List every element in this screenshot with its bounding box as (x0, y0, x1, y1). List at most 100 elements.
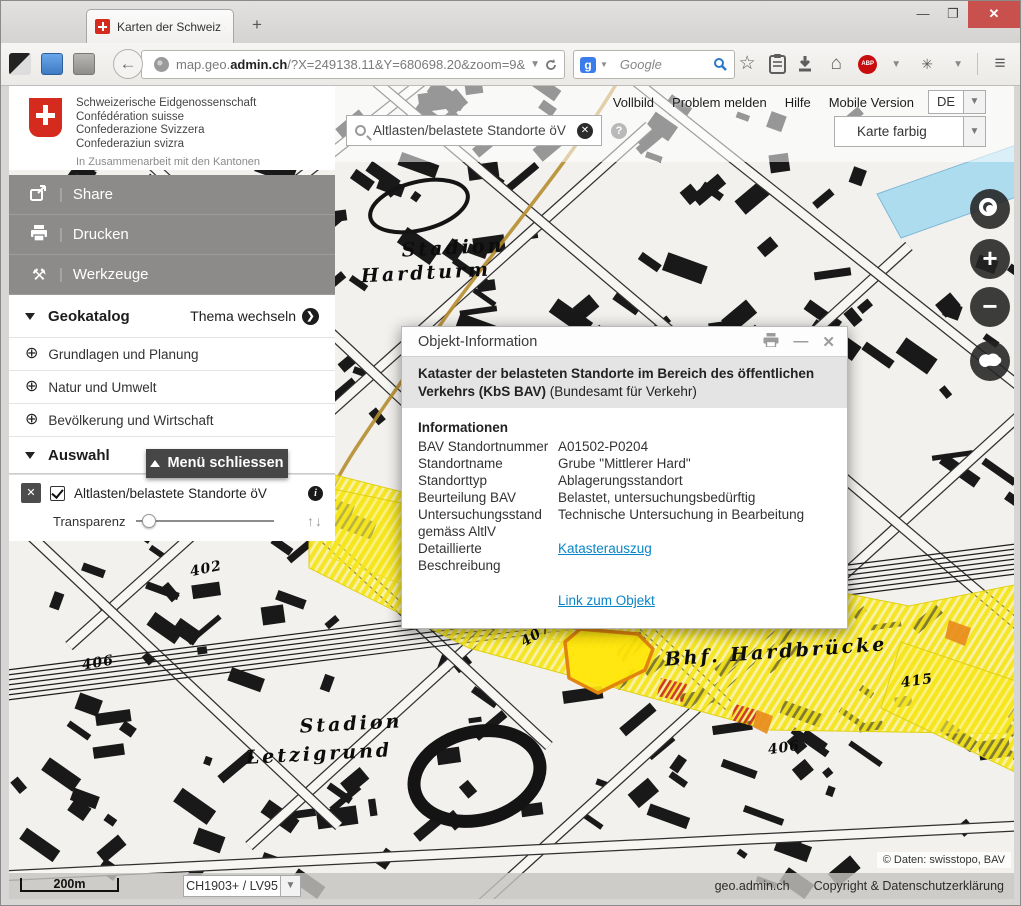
close-menu-label: Menü schliessen (167, 455, 283, 471)
catalog-category[interactable]: ⊕ Grundlagen und Planung (9, 337, 335, 370)
browser-titlebar: Karten der Schweiz - Schweize... + — ❐ ✕ (1, 1, 1020, 43)
arrow-right-circle-icon: ❯ (302, 308, 319, 325)
search-engine-dropdown-icon[interactable]: ▼ (596, 60, 612, 69)
expand-plus-icon[interactable]: ⊕ (25, 379, 38, 395)
minus-icon: − (982, 291, 997, 321)
new-tab-button[interactable]: + (244, 13, 270, 37)
addon-misc-icon[interactable]: ✳ (915, 51, 939, 77)
browser-tab[interactable]: Karten der Schweiz - Schweize... (86, 9, 234, 43)
cadastre-extract-link[interactable]: Katasterauszug (558, 541, 652, 556)
geocatalog-header[interactable]: Geokatalog Thema wechseln ❯ (9, 295, 335, 337)
switch-theme-link[interactable]: Thema wechseln ❯ (190, 308, 319, 325)
category-label: Grundlagen und Planung (48, 347, 198, 362)
addon-archive-icon[interactable] (73, 53, 95, 75)
remove-layer-button[interactable]: ✕ (21, 483, 41, 503)
geolocate-button[interactable] (970, 189, 1010, 229)
adblock-plus-icon[interactable]: ABP (858, 55, 877, 74)
scale-bar: 200m (20, 878, 119, 892)
minimize-popup-icon[interactable]: — (793, 333, 808, 350)
url-bar[interactable]: map.geo.admin.ch/?X=249138.11&Y=680698.2… (141, 50, 565, 79)
attribute-label: Beurteilung BAV (418, 489, 558, 506)
attribute-row: BAV Standortnummer A01502-P0204 (418, 438, 831, 455)
attribute-label: BAV Standortnummer (418, 438, 558, 455)
link-report-problem[interactable]: Problem melden (672, 95, 767, 110)
expand-plus-icon[interactable]: ⊕ (25, 412, 38, 428)
search-go-icon[interactable] (713, 57, 728, 72)
maximize-button[interactable]: ❐ (938, 1, 968, 28)
language-select[interactable]: DE ▼ (928, 90, 986, 114)
catalog-category[interactable]: ⊕ Bevölkerung und Wirtschaft (9, 403, 335, 436)
menu-hamburger-icon[interactable]: ≡ (988, 51, 1012, 77)
zoom-in-button[interactable]: + (970, 239, 1010, 279)
close-menu-button[interactable]: Menü schliessen (146, 449, 288, 478)
geocatalog-title: Geokatalog (48, 308, 190, 325)
print-icon[interactable] (763, 333, 779, 351)
sidebar-item-share[interactable]: | Share (9, 175, 335, 215)
section-title: Informationen (418, 420, 831, 435)
copyright-link[interactable]: Copyright & Datenschutzerklärung (814, 879, 1004, 893)
partnership-note: In Zusammenarbeit mit den Kantonen (76, 156, 335, 168)
divider: | (59, 266, 63, 283)
transparency-slider[interactable] (136, 514, 274, 528)
addon-dropdown-icon[interactable]: ▼ (949, 59, 967, 70)
transparency-row: Transparenz ↑↓ (53, 513, 323, 529)
geoadmin-link[interactable]: geo.admin.ch (715, 879, 790, 893)
zoom-out-button[interactable]: − (970, 287, 1010, 327)
layer-reorder-arrows[interactable]: ↑↓ (307, 513, 323, 529)
chevron-down-icon: ▼ (963, 117, 985, 146)
object-link[interactable]: Link zum Objekt (558, 593, 655, 608)
search-help-icon[interactable]: ? (611, 123, 627, 139)
map-attribution[interactable]: © Daten: swisstopo, BAV (877, 852, 1011, 868)
zoom-to-extent-button[interactable] (970, 341, 1010, 381)
slider-track (136, 520, 274, 522)
addon-screenshot-icon[interactable] (9, 53, 31, 75)
addon-page-icon[interactable] (41, 53, 63, 75)
downloads-icon[interactable] (796, 55, 814, 73)
adblock-dropdown-icon[interactable]: ▼ (887, 59, 905, 70)
sidebar-item-label: Werkzeuge (73, 266, 149, 283)
layer-checkbox[interactable] (50, 486, 65, 501)
logo-line: Schweizerische Eidgenossenschaft (76, 97, 335, 111)
attribute-label: Untersuchungsstand gemäss AltlV (418, 506, 558, 540)
sidebar-item-print[interactable]: | Drucken (9, 215, 335, 255)
map-search-field[interactable]: ✕ (346, 115, 602, 146)
layer-info-icon[interactable]: i (308, 486, 323, 501)
link-mobile-version[interactable]: Mobile Version (829, 95, 914, 110)
slider-knob[interactable] (142, 514, 156, 528)
attribute-row: Standortname Grube "Mittlerer Hard" (418, 455, 831, 472)
browser-navbar: ← map.geo.admin.ch/?X=249138.11&Y=680698… (1, 43, 1020, 86)
logo-line: Confederazione Svizzera (76, 124, 335, 138)
browser-search-box[interactable]: g ▼ Google (573, 50, 735, 79)
clear-search-icon[interactable]: ✕ (577, 123, 593, 139)
sidebar-item-tools[interactable]: ⚒ | Werkzeuge (9, 255, 335, 295)
sidebar: | Share | Drucken ⚒ | Werkzeuge Geokatal… (9, 175, 335, 541)
back-button[interactable]: ← (113, 49, 143, 79)
catalog-category[interactable]: ⊕ Natur und Umwelt (9, 370, 335, 403)
url-dropdown-icon[interactable]: ▼ (526, 59, 544, 70)
bookmark-star-icon[interactable]: ☆ (735, 51, 759, 77)
close-button[interactable]: ✕ (968, 1, 1020, 28)
home-icon[interactable]: ⌂ (824, 51, 848, 77)
search-input[interactable] (373, 123, 577, 138)
tab-favicon-swiss-flag (95, 19, 110, 34)
plus-icon: + (982, 243, 997, 273)
divider: | (59, 226, 63, 243)
logo-line: Confederaziun svizra (76, 138, 335, 152)
popup-header[interactable]: Objekt-Information — ✕ (402, 327, 847, 356)
minimize-button[interactable]: — (908, 1, 938, 28)
google-logo-icon: g (580, 57, 596, 73)
bookmarks-panel-icon[interactable] (769, 54, 786, 74)
reload-icon[interactable] (544, 58, 558, 72)
object-information-popup: Objekt-Information — ✕ Kataster der bela… (401, 326, 848, 629)
map-style-select[interactable]: Karte farbig ▼ (834, 116, 986, 147)
collapse-triangle-icon (25, 452, 35, 459)
link-help[interactable]: Hilfe (785, 95, 811, 110)
link-fullscreen[interactable]: Vollbild (613, 95, 654, 110)
category-label: Natur und Umwelt (48, 380, 156, 395)
site-globe-icon (154, 57, 169, 72)
close-popup-icon[interactable]: ✕ (822, 333, 835, 351)
projection-select[interactable]: CH1903+ / LV95 ▼ (183, 875, 301, 897)
attribute-value: Belastet, untersuchungsbedürftig (558, 489, 831, 506)
logo-line: Confédération suisse (76, 111, 335, 125)
expand-plus-icon[interactable]: ⊕ (25, 346, 38, 362)
